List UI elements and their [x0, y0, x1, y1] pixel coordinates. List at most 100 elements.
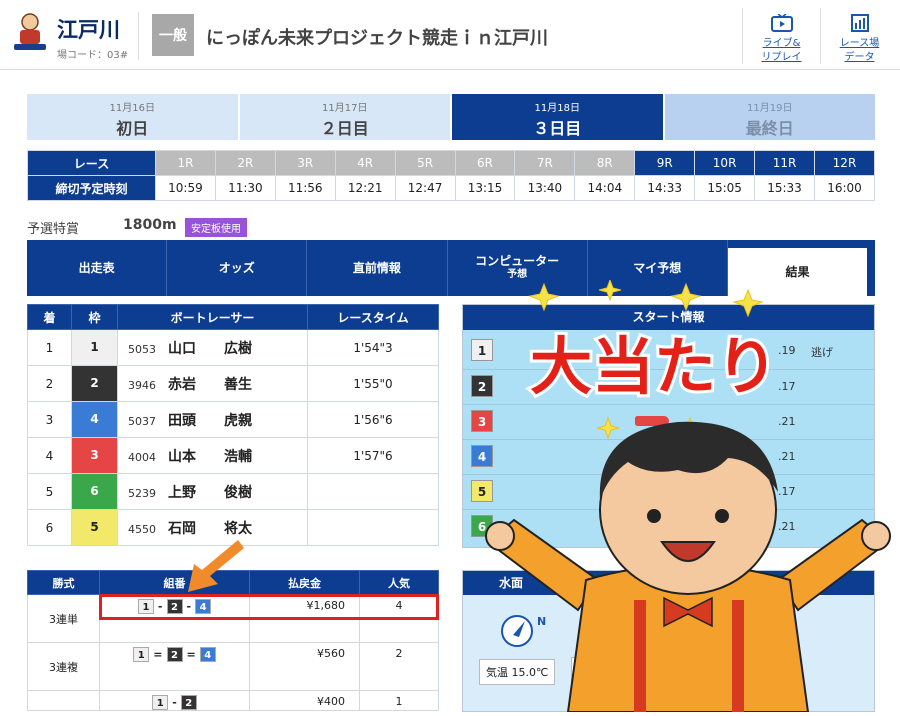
racer-cell[interactable]: 3946 赤岩 善生: [117, 365, 308, 402]
race-time: [307, 473, 439, 510]
frame-badge: 2: [72, 366, 117, 401]
deadline-time: 15:33: [754, 175, 815, 201]
winning-move: 逃げ: [811, 346, 833, 359]
start-frame-badge: 4: [471, 445, 493, 467]
refund-title: 返還: [753, 576, 778, 590]
time-row-label: 締切予定時刻: [27, 175, 156, 201]
start-timing: .21: [778, 450, 796, 463]
row-divider: [463, 509, 874, 510]
race-data-button[interactable]: レース場 データ: [820, 8, 898, 64]
race-link-2[interactable]: 2R: [214, 150, 276, 176]
col-race-time: レースタイム: [307, 304, 439, 330]
racer-name: 山口 広樹: [168, 340, 252, 357]
tab-my-prediction[interactable]: マイ予想: [588, 240, 728, 296]
col-rank: 着: [27, 304, 72, 330]
race-meta: 予選特賞 1800m 安定板使用: [27, 217, 247, 237]
result-row: 5 6 5239 上野 俊樹: [27, 473, 439, 510]
combination: 1-2: [99, 690, 250, 711]
race-link-6[interactable]: 6R: [454, 150, 516, 176]
day-tab-1[interactable]: 11月16日 初日: [27, 94, 238, 140]
race-time: 1'55"0: [307, 365, 439, 402]
racer-reg-number: 4550: [128, 522, 156, 536]
tab-odds[interactable]: オッズ: [167, 240, 308, 296]
race-name: 予選特賞: [27, 222, 80, 237]
tab-entry-list[interactable]: 出走表: [27, 240, 168, 296]
race-link-7[interactable]: 7R: [514, 150, 576, 176]
frame-number: 5: [71, 509, 118, 546]
pointer-arrow-icon: [188, 540, 244, 592]
day-tab-3[interactable]: 11月18日 ３日目: [452, 94, 663, 140]
race-time: 1'57"6: [307, 437, 439, 474]
race-link-1[interactable]: 1R: [155, 150, 216, 176]
race-data-label-1: レース場: [839, 38, 880, 49]
deadline-time: 13:40: [514, 175, 576, 201]
combo-frame-badge: 4: [199, 647, 216, 662]
race-link-8[interactable]: 8R: [574, 150, 636, 176]
race-link-4[interactable]: 4R: [334, 150, 396, 176]
start-frame-badge: 2: [471, 375, 493, 397]
water-surface-header: 水面 返還: [463, 571, 874, 595]
day-tab-date: 11月17日: [322, 103, 368, 114]
race-link-11[interactable]: 11R: [754, 150, 815, 176]
race-data-label-2: データ: [844, 52, 875, 63]
combination: 1 = 2 = 4: [99, 642, 250, 691]
racer-cell[interactable]: 4004 山本 浩輔: [117, 437, 308, 474]
deadline-time: 14:33: [634, 175, 696, 201]
row-divider: [463, 439, 874, 440]
combo-frame-badge: 1: [152, 695, 169, 710]
frame-number: 4: [71, 401, 118, 438]
popularity: 1: [359, 690, 439, 711]
bet-type: 3連単: [27, 594, 100, 643]
race-link-3[interactable]: 3R: [274, 150, 336, 176]
racer-cell[interactable]: 5053 山口 広樹: [117, 329, 308, 366]
tab-computer-prediction[interactable]: コンピューター 予想: [448, 240, 588, 296]
racer-cell[interactable]: 5239 上野 俊樹: [117, 473, 308, 510]
finish-rank: 3: [27, 401, 72, 438]
deadline-time: 15:05: [694, 175, 756, 201]
race-link-10[interactable]: 10R: [694, 150, 756, 176]
combo-separator: =: [186, 648, 196, 661]
day-tab-date: 11月16日: [109, 103, 155, 114]
chart-icon: [850, 14, 869, 32]
day-tab-label: 最終日: [745, 119, 794, 138]
combo-separator: =: [153, 648, 163, 661]
finish-rank: 6: [27, 509, 72, 546]
tab-results[interactable]: 結果: [727, 248, 868, 296]
race-grid: レース 1R 2R 3R 4R 5R 6R 7R 8R 9R 10R 11R 12R 締切予定時刻 1…: [27, 150, 876, 201]
bet-type: [27, 690, 100, 711]
live-replay-label-1: ライブ&: [762, 38, 801, 49]
col-payout: 払戻金: [249, 570, 360, 595]
start-timing: .21: [778, 415, 796, 428]
racer-name: 赤岩 善生: [168, 376, 252, 393]
deadline-time: 10:59: [155, 175, 216, 201]
tab-label-line1: コンピューター: [475, 254, 560, 268]
col-bet-type: 勝式: [27, 570, 100, 595]
col-racer: ボートレーサー: [117, 304, 308, 330]
start-timing: .17: [778, 485, 796, 498]
race-link-12[interactable]: 12R: [813, 150, 876, 176]
start-info-title: スタート情報: [463, 305, 874, 330]
race-link-9[interactable]: 9R: [634, 150, 696, 176]
racer-cell[interactable]: 5037 田頭 虎親: [117, 401, 308, 438]
water-surface-title: 水面: [499, 576, 524, 590]
row-divider: [463, 404, 874, 405]
racer-reg-number: 5239: [128, 486, 156, 500]
tab-pre-race-info[interactable]: 直前情報: [307, 240, 448, 296]
combo-frame-badge: 2: [166, 647, 183, 662]
finish-rank: 1: [27, 329, 72, 366]
start-timing: .17: [778, 380, 796, 393]
payout-row: 3連複 1 = 2 = 4 ¥560 2: [27, 642, 439, 691]
result-row: 1 1 5053 山口 広樹 1'54"3: [27, 329, 439, 366]
day-tab-2[interactable]: 11月17日 ２日目: [239, 94, 450, 140]
live-replay-button[interactable]: ライブ& リプレイ: [742, 8, 820, 64]
racer-name: 石岡 将太: [168, 520, 252, 537]
start-timing: .19: [778, 344, 796, 357]
race-link-5[interactable]: 5R: [394, 150, 456, 176]
finish-rank: 2: [27, 365, 72, 402]
stabilizer-badge: 安定板使用: [185, 218, 247, 237]
highlight-box: [99, 594, 439, 620]
header: 江戸川 場コード：03# 一般 にっぽん未来プロジェクト競走ｉｎ江戸川 ライブ&…: [0, 0, 900, 70]
start-info-panel: スタート情報 1 .19 逃げ 2 .17 3 .21 4 .21 5 .17 6 .21: [462, 304, 875, 548]
col-frame: 枠: [71, 304, 118, 330]
race-title: にっぽん未来プロジェクト競走ｉｎ江戸川: [206, 28, 548, 49]
